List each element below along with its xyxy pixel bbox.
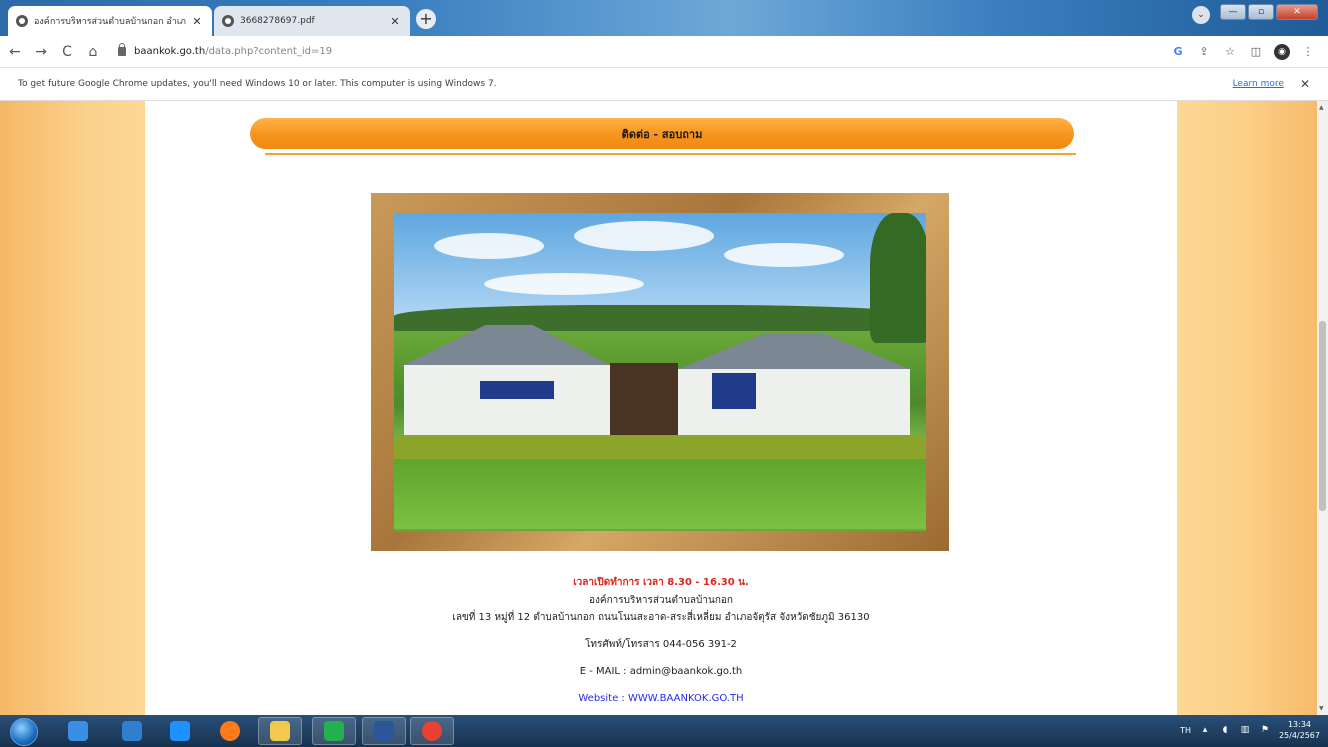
firefox-icon	[220, 721, 240, 741]
tab-title: 3668278697.pdf	[240, 16, 315, 26]
show-hidden-icons-icon[interactable]: ▴	[1199, 724, 1211, 736]
back-icon[interactable]: ←	[4, 41, 26, 63]
main-content: ติดต่อ - สอบถาม เวลาเปิดทำการ เวลา 8.30 …	[145, 101, 1177, 715]
action-center-flag-icon[interactable]: ⚑	[1259, 724, 1271, 736]
organization-name: องค์การบริหารส่วนตำบลบ้านกอก	[589, 595, 733, 606]
window-controls: ⌄ — ▫ ✕	[1192, 4, 1318, 24]
internet-explorer-icon	[170, 721, 190, 741]
windows-taskbar: TH ▴ ◖ ▥ ⚑ 13:34 25/4/2567	[0, 715, 1328, 747]
media-center-icon	[68, 721, 88, 741]
vertical-scrollbar[interactable]: ▲ ▼	[1317, 101, 1328, 715]
tab-title: องค์การบริหารส่วนตำบลบ้านกอก อำเภ	[34, 17, 186, 27]
clock[interactable]: 13:34 25/4/2567	[1279, 719, 1320, 741]
menu-icon[interactable]: ⋮	[1300, 44, 1316, 60]
share-icon[interactable]: ⇪	[1196, 44, 1212, 60]
page-viewport: ติดต่อ - สอบถาม เวลาเปิดทำการ เวลา 8.30 …	[0, 101, 1328, 715]
globe-icon	[16, 15, 28, 27]
browser-tab-strip: องค์การบริหารส่วนตำบลบ้านกอก อำเภ ✕ 3668…	[0, 0, 1328, 36]
office-photo	[394, 213, 926, 531]
taskbar-internet-explorer-button[interactable]	[158, 717, 202, 745]
word-icon	[374, 721, 394, 741]
network-icon[interactable]: ▥	[1239, 724, 1251, 736]
toolbar-actions: G ⇪ ☆ ◫ ◉ ⋮	[1170, 43, 1316, 60]
scroll-up-icon[interactable]: ▲	[1319, 104, 1324, 111]
address-bar[interactable]: baankok.go.th/data.php?content_id=19	[118, 43, 333, 57]
taskbar-chrome-button[interactable]	[410, 717, 454, 745]
lock-icon[interactable]	[118, 43, 126, 56]
website-link[interactable]: Website : WWW.BAANKOK.GO.TH	[145, 693, 1177, 704]
section-title: ติดต่อ - สอบถาม	[250, 118, 1074, 149]
left-side-panel	[0, 101, 145, 715]
url-path: /data.php?content_id=19	[205, 46, 333, 57]
taskbar-line-button[interactable]	[312, 717, 356, 745]
scrollbar-thumb[interactable]	[1319, 321, 1326, 511]
taskbar-firefox-button[interactable]	[208, 717, 252, 745]
url-host: baankok.go.th	[134, 46, 206, 57]
tab-active[interactable]: องค์การบริหารส่วนตำบลบ้านกอก อำเภ ✕	[8, 6, 212, 36]
taskbar-folder-button[interactable]	[258, 717, 302, 745]
system-tray: TH ▴ ◖ ▥ ⚑ 13:34 25/4/2567	[1180, 719, 1320, 741]
line-icon	[324, 721, 344, 741]
chrome-icon	[422, 721, 442, 741]
forward-icon[interactable]: →	[30, 41, 52, 63]
language-indicator[interactable]: TH	[1180, 726, 1191, 735]
taskbar-media-center-button[interactable]	[56, 717, 100, 745]
reload-icon[interactable]: C	[56, 41, 78, 63]
address: เลขที่ 13 หมู่ที่ 12 ตำบลบ้านกอก ถนนโนนส…	[452, 612, 870, 623]
right-side-panel	[1177, 101, 1317, 715]
taskbar-windows-explorer-button[interactable]	[110, 717, 154, 745]
close-window-button[interactable]: ✕	[1276, 4, 1318, 20]
office-hours: เวลาเปิดทำการ เวลา 8.30 - 16.30 น.	[573, 577, 749, 588]
learn-more-link[interactable]: Learn more	[1233, 79, 1284, 89]
close-icon[interactable]: ✕	[190, 15, 204, 28]
maximize-button[interactable]: ▫	[1248, 4, 1274, 20]
windows-explorer-icon	[122, 721, 142, 741]
scroll-down-icon[interactable]: ▼	[1319, 705, 1324, 712]
infobar-message: To get future Google Chrome updates, you…	[18, 79, 497, 89]
email: E - MAIL : admin@baankok.go.th	[579, 666, 743, 677]
clock-date: 25/4/2567	[1278, 731, 1320, 740]
profile-avatar-icon[interactable]: ◉	[1274, 43, 1290, 60]
browser-toolbar: ← → C ⌂ baankok.go.th/data.php?content_i…	[0, 36, 1328, 68]
minimize-button[interactable]: —	[1220, 4, 1246, 20]
globe-icon	[222, 15, 234, 27]
office-photo-frame	[371, 193, 949, 551]
close-icon[interactable]: ✕	[388, 15, 402, 28]
update-infobar: To get future Google Chrome updates, you…	[0, 68, 1328, 101]
google-icon[interactable]: G	[1170, 44, 1186, 60]
home-icon[interactable]: ⌂	[82, 41, 104, 63]
clock-time: 13:34	[1287, 720, 1312, 729]
side-panel-icon[interactable]: ◫	[1248, 44, 1264, 60]
close-icon[interactable]: ✕	[1300, 77, 1310, 91]
tab-search-icon[interactable]: ⌄	[1192, 6, 1210, 24]
divider	[265, 153, 1076, 155]
bookmark-star-icon[interactable]: ☆	[1222, 44, 1238, 60]
taskbar-word-button[interactable]	[362, 717, 406, 745]
phone: โทรศัพท์/โทรสาร 044-056 391-2	[585, 639, 737, 650]
folder-icon	[270, 721, 290, 741]
volume-icon[interactable]: ◖	[1219, 724, 1231, 736]
start-button[interactable]	[10, 718, 38, 746]
tab-pdf[interactable]: 3668278697.pdf ✕	[214, 6, 410, 36]
new-tab-button[interactable]: +	[416, 9, 436, 29]
